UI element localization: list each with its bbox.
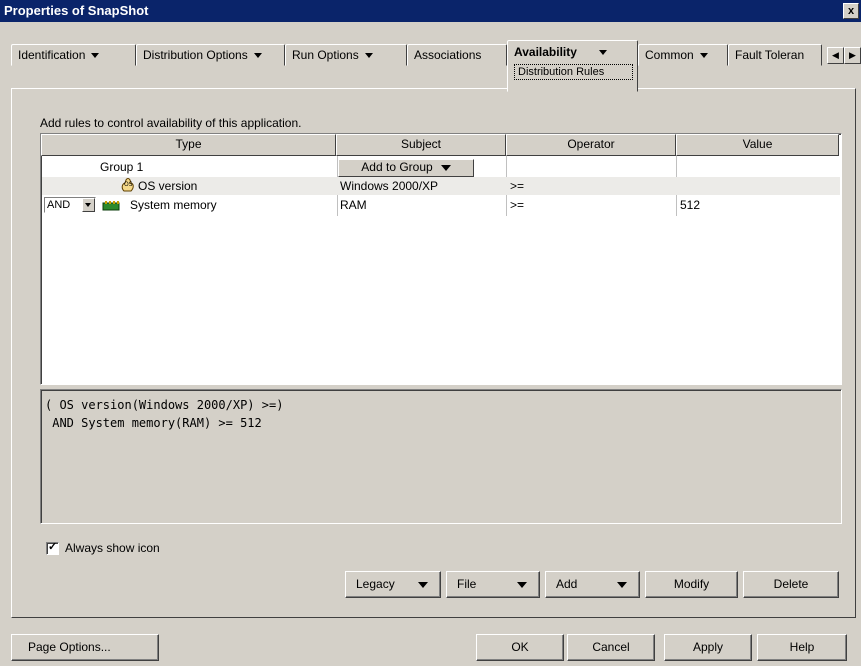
add-button[interactable]: Add: [545, 571, 640, 598]
ok-button[interactable]: OK: [476, 634, 564, 661]
file-label: File: [457, 577, 477, 591]
add-label: Add: [556, 577, 578, 591]
page-options-button[interactable]: Page Options...: [11, 634, 159, 661]
tab-label: Availability: [514, 45, 577, 59]
add-to-group-button[interactable]: Add to Group: [338, 159, 474, 177]
tab-identification[interactable]: Identification: [11, 44, 136, 66]
always-show-icon-option[interactable]: Always show icon: [46, 540, 160, 555]
connector-value: AND: [47, 199, 71, 211]
always-show-icon-checkbox[interactable]: [46, 540, 59, 555]
column-header-type[interactable]: Type: [41, 134, 336, 156]
legacy-label: Legacy: [356, 577, 395, 591]
rules-grid: Type Subject Operator Value Group 1 Add …: [40, 133, 842, 385]
connector-select[interactable]: AND: [44, 197, 96, 213]
tab-label: Associations: [414, 48, 482, 62]
group-row[interactable]: Group 1 Add to Group: [42, 158, 840, 177]
chevron-down-icon: [418, 582, 428, 588]
rule-operator: >=: [510, 198, 525, 212]
always-show-icon-label: Always show icon: [65, 541, 160, 555]
scroll-left-icon[interactable]: ◀: [827, 47, 844, 64]
rule-value: 512: [680, 198, 701, 212]
table-row[interactable]: AND System memory RAM >= 512: [42, 196, 840, 214]
tab-label: Identification: [18, 48, 86, 62]
rule-expression-preview: ( OS version(Windows 2000/XP) >=) AND Sy…: [40, 389, 842, 524]
chevron-down-icon: [517, 582, 527, 588]
chevron-down-icon: [253, 53, 262, 59]
tab-strip: Identification Distribution Options Run …: [11, 30, 861, 92]
page-options-label: Page Options...: [28, 640, 111, 654]
rule-operator: >=: [510, 179, 525, 193]
close-button[interactable]: x: [843, 3, 859, 19]
add-to-group-label: Add to Group: [361, 160, 433, 174]
help-button[interactable]: Help: [757, 634, 847, 661]
tab-distribution-options[interactable]: Distribution Options: [136, 44, 285, 66]
chevron-down-icon[interactable]: [82, 198, 95, 212]
tab-label: Run Options: [292, 48, 359, 62]
rule-type: OS version: [138, 179, 198, 193]
tab-availability[interactable]: Availability Distribution Rules: [507, 40, 638, 92]
table-row[interactable]: OS OS version Windows 2000/XP >=: [42, 177, 840, 195]
window-title: Properties of SnapShot: [4, 3, 149, 18]
tab-scroll: ◀ ▶: [827, 47, 861, 64]
group-label: Group 1: [100, 160, 144, 174]
tab-fault-tolerance[interactable]: Fault Toleran: [728, 44, 822, 66]
tab-label: Distribution Options: [143, 48, 248, 62]
cancel-button[interactable]: Cancel: [567, 634, 655, 661]
apply-button[interactable]: Apply: [664, 634, 752, 661]
rule-subject: Windows 2000/XP: [340, 179, 439, 193]
rule-type: System memory: [130, 198, 217, 212]
tab-run-options[interactable]: Run Options: [285, 44, 407, 66]
memory-icon: [102, 199, 120, 217]
panel-description: Add rules to control availability of thi…: [40, 116, 302, 130]
subtab-distribution-rules[interactable]: Distribution Rules: [514, 64, 633, 80]
chevron-down-icon: [364, 53, 373, 59]
column-header-subject[interactable]: Subject: [336, 134, 506, 156]
tab-common[interactable]: Common: [638, 44, 728, 66]
chevron-down-icon: [598, 50, 607, 56]
scroll-right-icon[interactable]: ▶: [844, 47, 861, 64]
expression-line: ( OS version(Windows 2000/XP) >=): [45, 398, 284, 412]
chevron-down-icon: [91, 53, 100, 59]
file-button[interactable]: File: [446, 571, 540, 598]
svg-text:OS: OS: [124, 181, 133, 188]
column-header-operator[interactable]: Operator: [506, 134, 676, 156]
grid-header: Type Subject Operator Value: [41, 134, 841, 156]
expression-line: AND System memory(RAM) >= 512: [45, 416, 262, 430]
delete-button[interactable]: Delete: [743, 571, 839, 598]
chevron-down-icon: [699, 53, 708, 59]
tab-associations[interactable]: Associations: [407, 44, 507, 66]
chevron-down-icon: [440, 164, 451, 171]
modify-button[interactable]: Modify: [645, 571, 738, 598]
column-header-value[interactable]: Value: [676, 134, 839, 156]
rule-subject: RAM: [340, 198, 367, 212]
title-bar: Properties of SnapShot x: [0, 0, 861, 22]
tab-label: Fault Toleran: [735, 48, 805, 62]
chevron-down-icon: [617, 582, 627, 588]
tab-label: Common: [645, 48, 694, 62]
os-icon: OS: [120, 177, 136, 198]
legacy-button[interactable]: Legacy: [345, 571, 441, 598]
